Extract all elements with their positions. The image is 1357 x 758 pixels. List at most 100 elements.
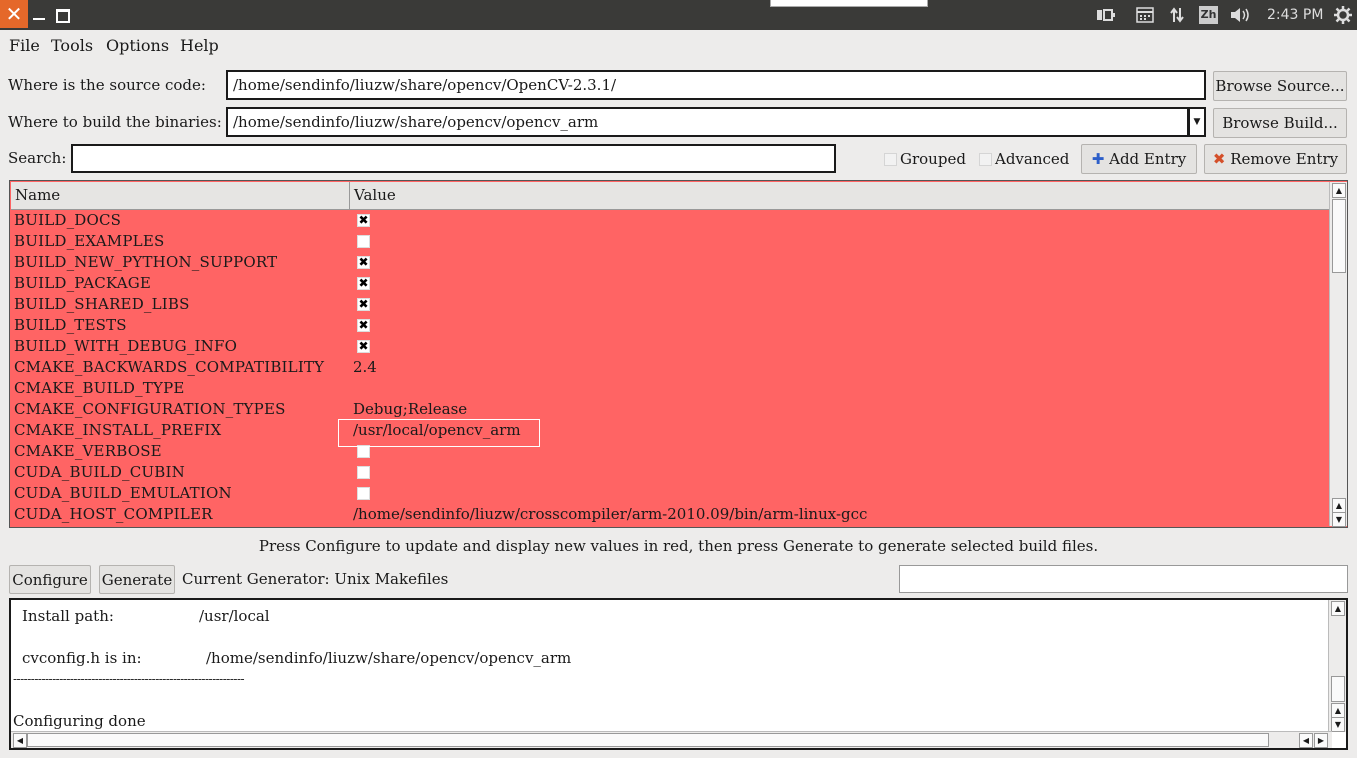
table-row[interactable]: CMAKE_CONFIGURATION_TYPES Debug;Release [11, 399, 1331, 420]
network-arrows-icon[interactable] [1170, 0, 1186, 30]
clock[interactable]: 2:43 PM [1267, 0, 1323, 30]
install-path-value: /usr/local [199, 607, 270, 625]
close-icon[interactable]: ✕ [0, 0, 28, 28]
variable-name: CMAKE_BACKWARDS_COMPATIBILITY [14, 358, 325, 376]
chevron-down-icon[interactable]: ▼ [1188, 107, 1206, 137]
value-checkbox[interactable] [357, 235, 370, 248]
variable-name: BUILD_EXAMPLES [14, 232, 165, 250]
menu-file[interactable]: File [9, 36, 40, 55]
maximize-icon[interactable] [56, 9, 70, 23]
table-row[interactable]: BUILD_SHARED_LIBS ✖ [11, 294, 1331, 315]
cvconfig-label: cvconfig.h is in: [22, 649, 142, 667]
remove-entry-label: Remove Entry [1230, 150, 1339, 168]
table-row[interactable]: BUILD_PACKAGE ✖ [11, 273, 1331, 294]
scroll-thumb[interactable] [1331, 676, 1345, 702]
variable-value[interactable]: /home/sendinfo/liuzw/crosscompiler/arm-2… [353, 504, 867, 525]
column-separator[interactable] [349, 182, 350, 209]
menu-bar: File Tools Options Help [0, 30, 1357, 60]
value-checkbox[interactable]: ✖ [357, 256, 370, 269]
settings-gear-icon[interactable] [1334, 0, 1352, 30]
table-row[interactable]: CMAKE_BACKWARDS_COMPATIBILITY 2.4 [11, 357, 1331, 378]
current-generator-label: Current Generator: Unix Makefiles [182, 570, 449, 588]
table-row[interactable]: BUILD_TESTS ✖ [11, 315, 1331, 336]
value-checkbox[interactable]: ✖ [357, 340, 370, 353]
menu-options[interactable]: Options [106, 36, 169, 55]
variable-name: BUILD_WITH_DEBUG_INFO [14, 337, 238, 355]
calendar-icon[interactable] [1136, 0, 1156, 30]
scroll-up-icon[interactable]: ▲ [1332, 183, 1346, 198]
source-path-input[interactable]: /home/sendinfo/liuzw/share/opencv/OpenCV… [226, 70, 1206, 100]
cache-variables-table[interactable]: Name Value BUILD_DOCS ✖ BUILD_EXAMPLES BUIL… [9, 180, 1348, 528]
table-row[interactable]: CUDA_BUILD_CUBIN [11, 462, 1331, 483]
source-label: Where is the source code: [8, 76, 206, 94]
variable-name: CUDA_BUILD_EMULATION [14, 484, 232, 502]
table-row[interactable]: CUDA_HOST_COMPILER/home/sendinfo/liuzw/c… [11, 504, 1331, 525]
build-path-input[interactable]: /home/sendinfo/liuzw/share/opencv/opencv… [226, 107, 1189, 137]
table-row[interactable]: BUILD_NEW_PYTHON_SUPPORT ✖ [11, 252, 1331, 273]
input-method-icon[interactable]: Zh [1199, 0, 1219, 30]
value-checkbox[interactable] [357, 466, 370, 479]
table-row[interactable]: BUILD_EXAMPLES [11, 231, 1331, 252]
scroll-up-icon[interactable]: ▲ [1332, 498, 1346, 513]
browse-source-button[interactable]: Browse Source... [1213, 71, 1347, 101]
remove-entry-button[interactable]: ✖ Remove Entry [1204, 144, 1347, 174]
configure-button[interactable]: Configure [9, 565, 91, 594]
table-row[interactable]: BUILD_WITH_DEBUG_INFO ✖ [11, 336, 1331, 357]
progress-bar [899, 565, 1348, 593]
variable-value[interactable]: Debug;Release [353, 399, 467, 420]
scroll-down-icon[interactable]: ▼ [1332, 512, 1346, 527]
scroll-down-icon[interactable]: ▼ [1331, 717, 1345, 732]
menu-help[interactable]: Help [180, 36, 219, 55]
table-row[interactable]: CUDA_BUILD_EMULATION [11, 483, 1331, 504]
scroll-thumb[interactable] [1332, 199, 1346, 273]
add-entry-button[interactable]: ✚ Add Entry [1081, 144, 1197, 174]
table-row[interactable]: BUILD_DOCS ✖ [11, 210, 1331, 231]
top-panel: ✕ Zh 2:43 PM [0, 0, 1357, 30]
variable-name: CUDA_BUILD_CUBIN [14, 463, 185, 481]
plus-icon: ✚ [1091, 150, 1105, 168]
value-checkbox[interactable]: ✖ [357, 277, 370, 290]
remove-x-icon: ✖ [1212, 150, 1226, 168]
browse-build-button[interactable]: Browse Build... [1213, 108, 1347, 138]
output-vertical-scrollbar[interactable]: ▲ ▲ ▼ [1328, 600, 1346, 732]
minimize-icon[interactable] [33, 6, 47, 22]
grouped-label: Grouped [900, 150, 966, 168]
value-checkbox[interactable]: ✖ [357, 319, 370, 332]
table-row[interactable]: CMAKE_BUILD_TYPE [11, 378, 1331, 399]
table-header: Name Value [11, 182, 1331, 210]
output-horizontal-scrollbar[interactable]: ◀ ◀ ▶ [11, 731, 1332, 748]
scroll-left-icon[interactable]: ◀ [1299, 733, 1313, 748]
battery-icon[interactable] [1096, 0, 1118, 30]
partial-window-fragment [770, 0, 928, 7]
scroll-up-icon[interactable]: ▲ [1331, 703, 1345, 718]
table-vertical-scrollbar[interactable]: ▲ ▲ ▼ [1329, 182, 1347, 527]
volume-icon[interactable] [1230, 0, 1252, 30]
menu-tools[interactable]: Tools [51, 36, 93, 55]
variable-name: CMAKE_CONFIGURATION_TYPES [14, 400, 286, 418]
variable-value[interactable]: 2.4 [353, 357, 377, 378]
advanced-checkbox[interactable] [979, 153, 992, 166]
generate-button[interactable]: Generate [99, 565, 175, 594]
table-row[interactable]: CMAKE_VERBOSE [11, 441, 1331, 462]
value-checkbox[interactable] [357, 487, 370, 500]
variable-name: CMAKE_BUILD_TYPE [14, 379, 185, 397]
grouped-checkbox[interactable] [884, 153, 897, 166]
advanced-label: Advanced [995, 150, 1070, 168]
variable-name: BUILD_NEW_PYTHON_SUPPORT [14, 253, 278, 271]
column-value-header[interactable]: Value [354, 186, 396, 204]
add-entry-label: Add Entry [1109, 150, 1187, 168]
scroll-up-icon[interactable]: ▲ [1331, 601, 1345, 616]
value-checkbox[interactable]: ✖ [357, 298, 370, 311]
variable-name: CMAKE_VERBOSE [14, 442, 162, 460]
scroll-thumb[interactable] [27, 733, 1269, 747]
output-log[interactable]: Install path: /usr/local cvconfig.h is i… [9, 598, 1348, 750]
scroll-left-icon[interactable]: ◀ [13, 733, 27, 748]
value-edit-box[interactable] [338, 419, 540, 447]
search-input[interactable] [71, 144, 836, 173]
variable-name: BUILD_TESTS [14, 316, 127, 334]
build-label: Where to build the binaries: [8, 113, 222, 131]
scroll-right-icon[interactable]: ▶ [1314, 733, 1328, 748]
table-row[interactable]: CMAKE_INSTALL_PREFIX/usr/local/opencv_ar… [11, 420, 1331, 441]
column-name-header[interactable]: Name [15, 186, 60, 204]
value-checkbox[interactable]: ✖ [357, 214, 370, 227]
